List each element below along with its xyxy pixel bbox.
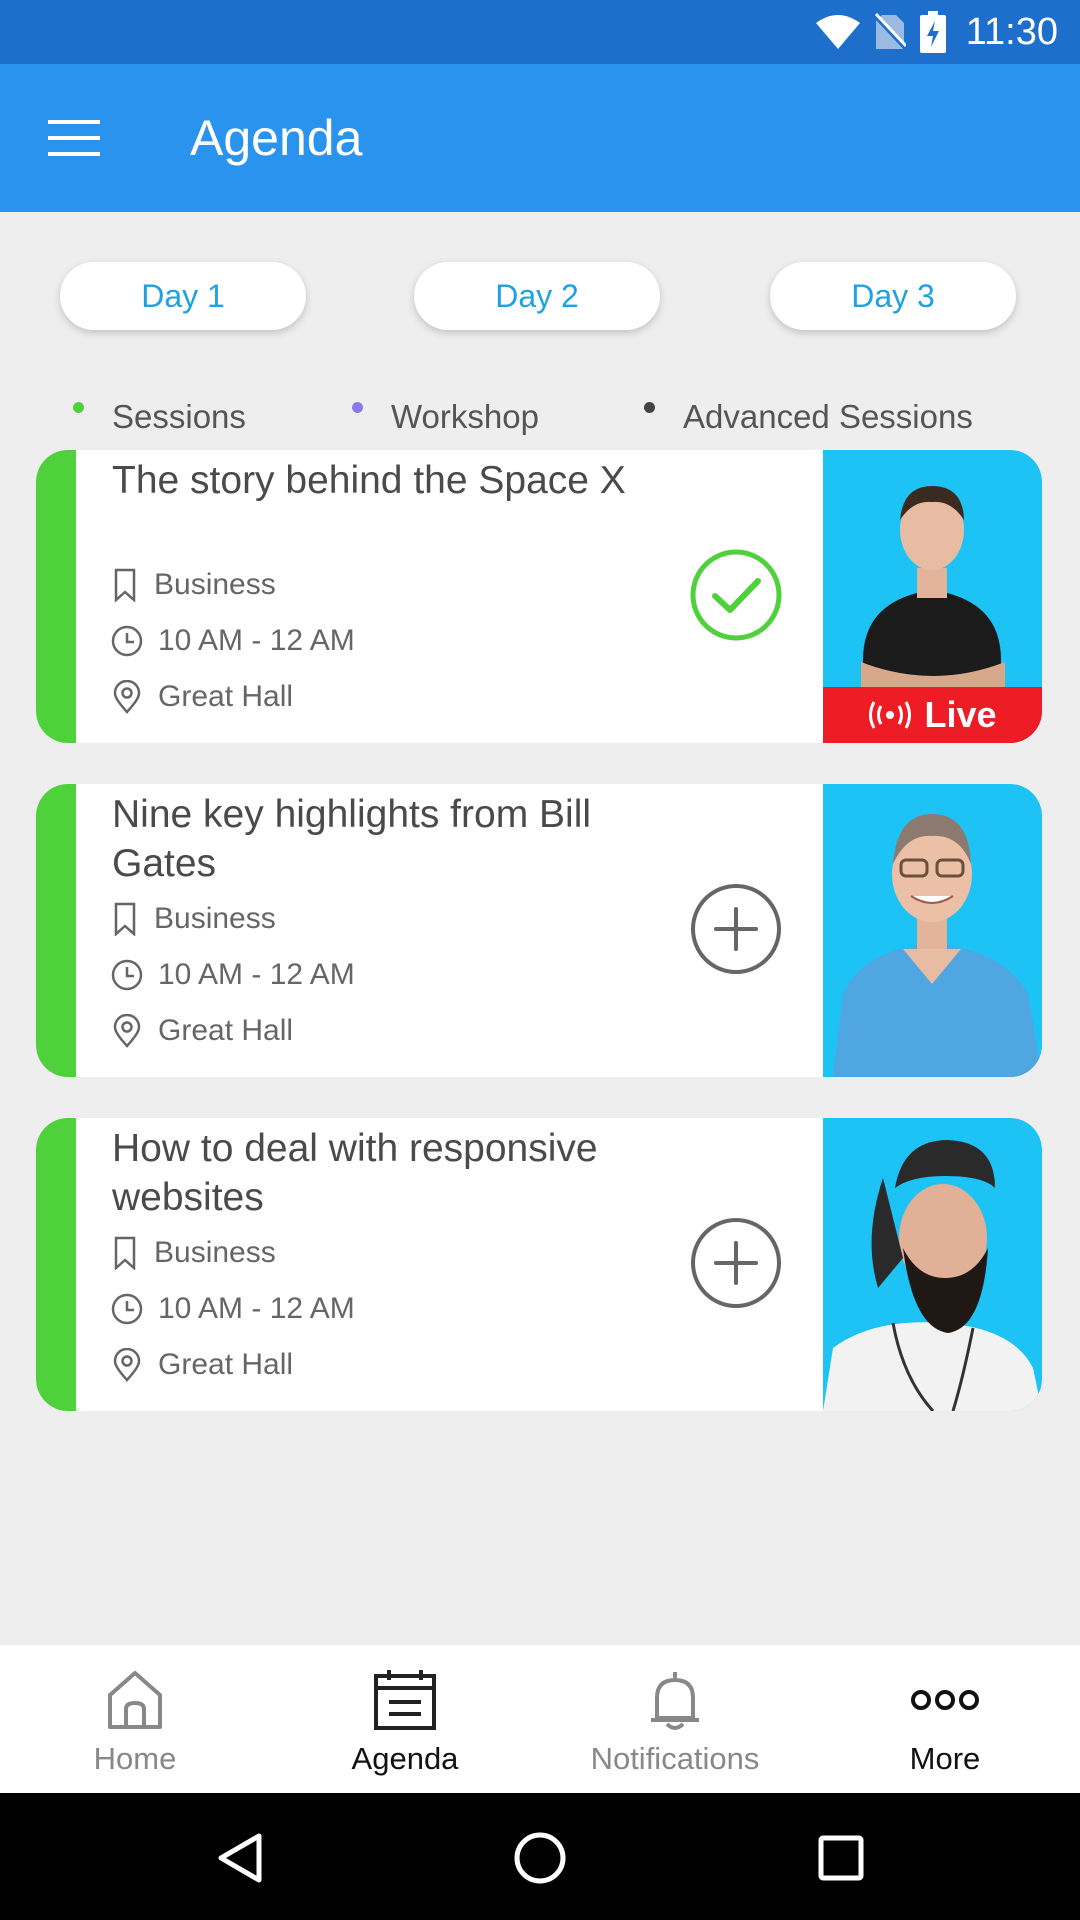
session-location: Great Hall [110, 1348, 293, 1382]
speaker-portrait [833, 814, 1042, 1077]
recents-square-icon [818, 1835, 864, 1881]
page-title: Agenda [190, 110, 363, 166]
nav-label: Notifications [590, 1741, 760, 1776]
status-icons: 11:30 [815, 0, 1058, 64]
more-dots-icon [911, 1690, 979, 1710]
category-text: Business [154, 568, 276, 601]
session-location: Great Hall [110, 1014, 293, 1048]
back-triangle-icon [218, 1833, 262, 1883]
legend-dot-sessions [73, 401, 84, 413]
bookmark-icon [114, 568, 136, 602]
home-circle-icon [514, 1832, 566, 1884]
live-badge: Live [823, 687, 1042, 743]
session-location: Great Hall [110, 680, 293, 714]
clock-icon [111, 625, 143, 657]
hamburger-menu-icon [48, 120, 100, 156]
speaker-portrait [823, 1140, 1042, 1411]
legend-label: Sessions [112, 398, 246, 435]
location-text: Great Hall [158, 1014, 294, 1047]
legend-sessions: Sessions [73, 398, 246, 436]
system-nav-bar [0, 1793, 1080, 1920]
broadcast-icon [869, 701, 912, 729]
tab-day-3[interactable]: Day 3 [770, 262, 1016, 330]
bell-icon [651, 1672, 699, 1730]
session-category: Business [110, 902, 276, 936]
session-card[interactable]: Nine key highlights from Bill Gates Busi… [36, 784, 1042, 1077]
nav-notifications[interactable]: Notifications [540, 1645, 810, 1793]
session-type-stripe [36, 450, 76, 743]
location-text: Great Hall [158, 680, 294, 713]
location-text: Great Hall [158, 1348, 294, 1381]
tab-day-2[interactable]: Day 2 [414, 262, 660, 330]
speaker-photo [823, 784, 1042, 1077]
session-time: 10 AM - 12 AM [110, 958, 355, 992]
session-category: Business [110, 568, 276, 602]
session-type-stripe [36, 1118, 76, 1411]
location-pin-icon [113, 1014, 141, 1048]
session-card[interactable]: How to deal with responsive websites Bus… [36, 1118, 1042, 1411]
app-bar: Agenda [0, 64, 1080, 212]
session-category: Business [110, 1236, 276, 1270]
home-icon [108, 1671, 162, 1729]
add-circle-icon[interactable] [688, 881, 784, 977]
session-title: Nine key highlights from Bill Gates [112, 793, 592, 885]
legend-dot-workshop [352, 401, 363, 413]
session-title: The story behind the Space X [112, 459, 626, 502]
time-text: 10 AM - 12 AM [158, 958, 355, 991]
recents-button[interactable] [806, 1823, 876, 1893]
nav-agenda[interactable]: Agenda [270, 1645, 540, 1793]
status-bar: 11:30 [0, 0, 1080, 64]
session-time: 10 AM - 12 AM [110, 1292, 355, 1326]
wifi-icon [815, 15, 860, 49]
speaker-photo: Live [823, 450, 1042, 743]
bookmark-icon [114, 1236, 136, 1270]
clock-icon [111, 959, 143, 991]
speaker-photo [823, 1118, 1042, 1411]
home-system-button[interactable] [505, 1823, 575, 1893]
no-sim-icon [873, 13, 906, 51]
check-circle-icon[interactable] [688, 547, 784, 643]
session-card[interactable]: The story behind the Space X Business 10… [36, 450, 1042, 743]
nav-label: Agenda [351, 1741, 459, 1776]
nav-label: More [909, 1741, 981, 1776]
bookmark-icon [114, 902, 136, 936]
legend-advanced-sessions: Advanced Sessions [644, 398, 973, 436]
location-pin-icon [113, 1348, 141, 1382]
legend-label: Workshop [391, 398, 539, 435]
category-text: Business [154, 902, 276, 935]
legend-workshop: Workshop [352, 398, 539, 436]
time-text: 10 AM - 12 AM [158, 624, 355, 657]
add-circle-icon[interactable] [688, 1215, 784, 1311]
nav-home[interactable]: Home [0, 1645, 270, 1793]
tab-day-1[interactable]: Day 1 [60, 262, 306, 330]
menu-button[interactable] [38, 108, 110, 168]
nav-label: Home [93, 1741, 177, 1776]
legend-dot-advanced [644, 401, 655, 413]
nav-more[interactable]: More [810, 1645, 1080, 1793]
battery-charging-icon [919, 11, 946, 53]
clock-icon [111, 1293, 143, 1325]
session-title: How to deal with responsive websites [112, 1127, 598, 1219]
status-time: 11:30 [965, 10, 1058, 53]
category-text: Business [154, 1236, 276, 1269]
back-button[interactable] [205, 1823, 275, 1893]
calendar-icon [374, 1670, 436, 1730]
legend-label: Advanced Sessions [683, 398, 973, 435]
session-type-stripe [36, 784, 76, 1077]
location-pin-icon [113, 680, 141, 714]
time-text: 10 AM - 12 AM [158, 1292, 355, 1325]
bottom-nav: Home Agenda Notifications More [0, 1645, 1080, 1793]
live-label: Live [924, 694, 997, 735]
session-time: 10 AM - 12 AM [110, 624, 355, 658]
